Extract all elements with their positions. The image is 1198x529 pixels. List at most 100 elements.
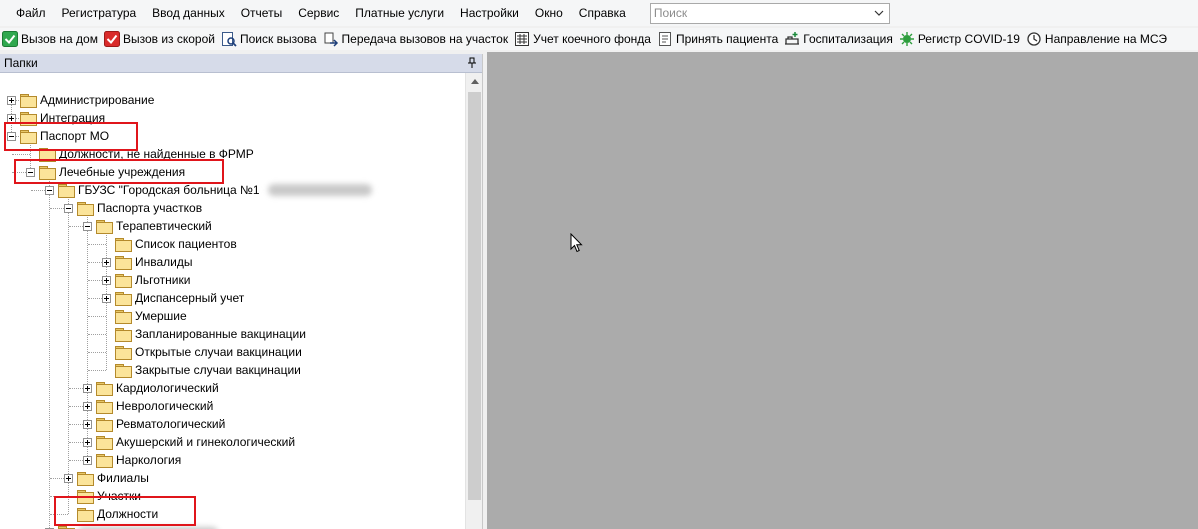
tree-node[interactable]: Наркология: [83, 451, 181, 469]
tree-node[interactable]: Акушерский и гинекологический: [83, 433, 295, 451]
collapse-icon[interactable]: [64, 203, 73, 213]
tree-node-label: Открытые случаи вакцинации: [135, 345, 302, 359]
expand-icon[interactable]: [83, 437, 92, 447]
tree-node-label: Умершие: [135, 309, 187, 323]
tree-node-label: Льготники: [135, 273, 191, 287]
folder-icon: [115, 309, 132, 324]
menu-settings[interactable]: Настройки: [452, 2, 527, 24]
expand-icon[interactable]: [83, 401, 92, 411]
tree-node[interactable]: Кардиологический: [83, 379, 219, 397]
pin-icon[interactable]: [466, 57, 478, 69]
search-combobox[interactable]: [649, 2, 890, 24]
tree-node[interactable]: Закрытые случаи вакцинации: [102, 361, 301, 379]
tree-node[interactable]: Администрирование: [7, 91, 154, 109]
tree-node-label: Филиалы: [97, 471, 149, 485]
menu-bar: Файл Регистратура Ввод данных Отчеты Сер…: [0, 0, 1198, 26]
transfer-icon: [323, 31, 339, 47]
expand-icon[interactable]: [102, 293, 111, 303]
bed-fund-button[interactable]: Учет коечного фонда: [512, 29, 655, 49]
folder-icon: [96, 399, 113, 414]
tree-node[interactable]: Филиалы: [64, 469, 149, 487]
menu-service[interactable]: Сервис: [290, 2, 347, 24]
ambulance-call-button[interactable]: Вызов из скорой: [102, 29, 219, 49]
collapse-icon[interactable]: [45, 185, 54, 195]
tree-node-label: Терапевтический: [116, 219, 212, 233]
tree-node-label: Кардиологический: [116, 381, 219, 395]
folder-icon: [115, 237, 132, 252]
covid-register-button[interactable]: Регистр COVID-19: [897, 29, 1024, 49]
expand-icon[interactable]: [83, 419, 92, 429]
search-input[interactable]: [650, 3, 869, 23]
referral-icon: [1026, 31, 1042, 47]
scrollbar-thumb[interactable]: [468, 92, 481, 500]
hospitalization-label: Госпитализация: [803, 32, 893, 46]
folder-icon: [96, 435, 113, 450]
tree-node-label: ГБУЗС "Городская больница №1: [78, 183, 260, 197]
folder-icon: [58, 183, 75, 198]
expand-icon[interactable]: [83, 383, 92, 393]
folder-tree: Администрирование Интеграция Паспорт МО Дол…: [0, 73, 482, 529]
tree-node[interactable]: Умершие: [102, 307, 187, 325]
tree-node-label: Список пациентов: [135, 237, 237, 251]
tree-node[interactable]: Запланированные вакцинации: [102, 325, 306, 343]
tree-node-label: Закрытые случаи вакцинации: [135, 363, 301, 377]
menu-paid-services[interactable]: Платные услуги: [347, 2, 452, 24]
scroll-up-icon[interactable]: [466, 73, 482, 90]
tree-node[interactable]: Терапевтический: [83, 217, 212, 235]
chevron-down-icon[interactable]: [871, 4, 887, 23]
menu-file[interactable]: Файл: [8, 2, 54, 24]
tree-node-label: Акушерский и гинекологический: [116, 435, 296, 449]
workspace-area[interactable]: [487, 52, 1198, 529]
folder-icon: [96, 381, 113, 396]
folder-icon: [96, 417, 113, 432]
tree-node[interactable]: Неврологический: [83, 397, 213, 415]
folder-icon: [115, 345, 132, 360]
menu-reports[interactable]: Отчеты: [233, 2, 290, 24]
expand-icon[interactable]: [64, 473, 73, 483]
find-call-button[interactable]: Поиск вызова: [219, 29, 321, 49]
receive-patient-button[interactable]: Принять пациента: [655, 29, 782, 49]
search-document-icon: [221, 31, 237, 47]
tree-node-label: Наркология: [116, 453, 182, 467]
tree-node[interactable]: Открытые случаи вакцинации: [102, 343, 302, 361]
highlight-box-institutions: [14, 159, 224, 184]
tree-node[interactable]: Льготники: [102, 271, 190, 289]
hospitalization-button[interactable]: Госпитализация: [782, 29, 897, 49]
tree-node-label: Паспорта участков: [97, 201, 203, 215]
transfer-calls-button[interactable]: Передача вызовов на участок: [321, 29, 513, 49]
collapse-icon[interactable]: [83, 221, 92, 231]
tree-node-label: Неврологический: [116, 399, 214, 413]
expand-icon[interactable]: [102, 257, 111, 267]
tree-node[interactable]: Паспорта участков: [64, 199, 202, 217]
folder-icon: [115, 363, 132, 378]
transfer-calls-label: Передача вызовов на участок: [341, 32, 509, 46]
menu-help[interactable]: Справка: [571, 2, 634, 24]
home-call-button[interactable]: Вызов на дом: [0, 29, 102, 49]
toolbar: Вызов на дом Вызов из скорой Поиск вызов…: [0, 28, 1198, 50]
tree-node[interactable]: Список пациентов: [102, 235, 237, 253]
expand-icon[interactable]: [83, 455, 92, 465]
green-check-icon: [2, 31, 18, 47]
folder-icon: [77, 471, 94, 486]
menu-registry[interactable]: Регистратура: [54, 2, 145, 24]
tree-node[interactable]: Инвалиды: [102, 253, 193, 271]
folder-icon: [115, 327, 132, 342]
tree-node[interactable]: Ревматологический: [83, 415, 225, 433]
hospital-bed-icon: [514, 31, 530, 47]
highlight-box-passport: [4, 122, 138, 151]
expand-icon[interactable]: [102, 275, 111, 285]
tree-node[interactable]: Диспансерный учет: [102, 289, 244, 307]
tree-scrollbar[interactable]: [465, 73, 482, 529]
menu-data-entry[interactable]: Ввод данных: [144, 2, 233, 24]
mouse-cursor-icon: [570, 233, 583, 253]
menu-window[interactable]: Окно: [527, 2, 571, 24]
expand-icon[interactable]: [7, 95, 16, 105]
mse-referral-button[interactable]: Направление на МСЭ: [1024, 29, 1171, 49]
receive-patient-label: Принять пациента: [675, 32, 779, 46]
tree-connector: [68, 196, 69, 514]
